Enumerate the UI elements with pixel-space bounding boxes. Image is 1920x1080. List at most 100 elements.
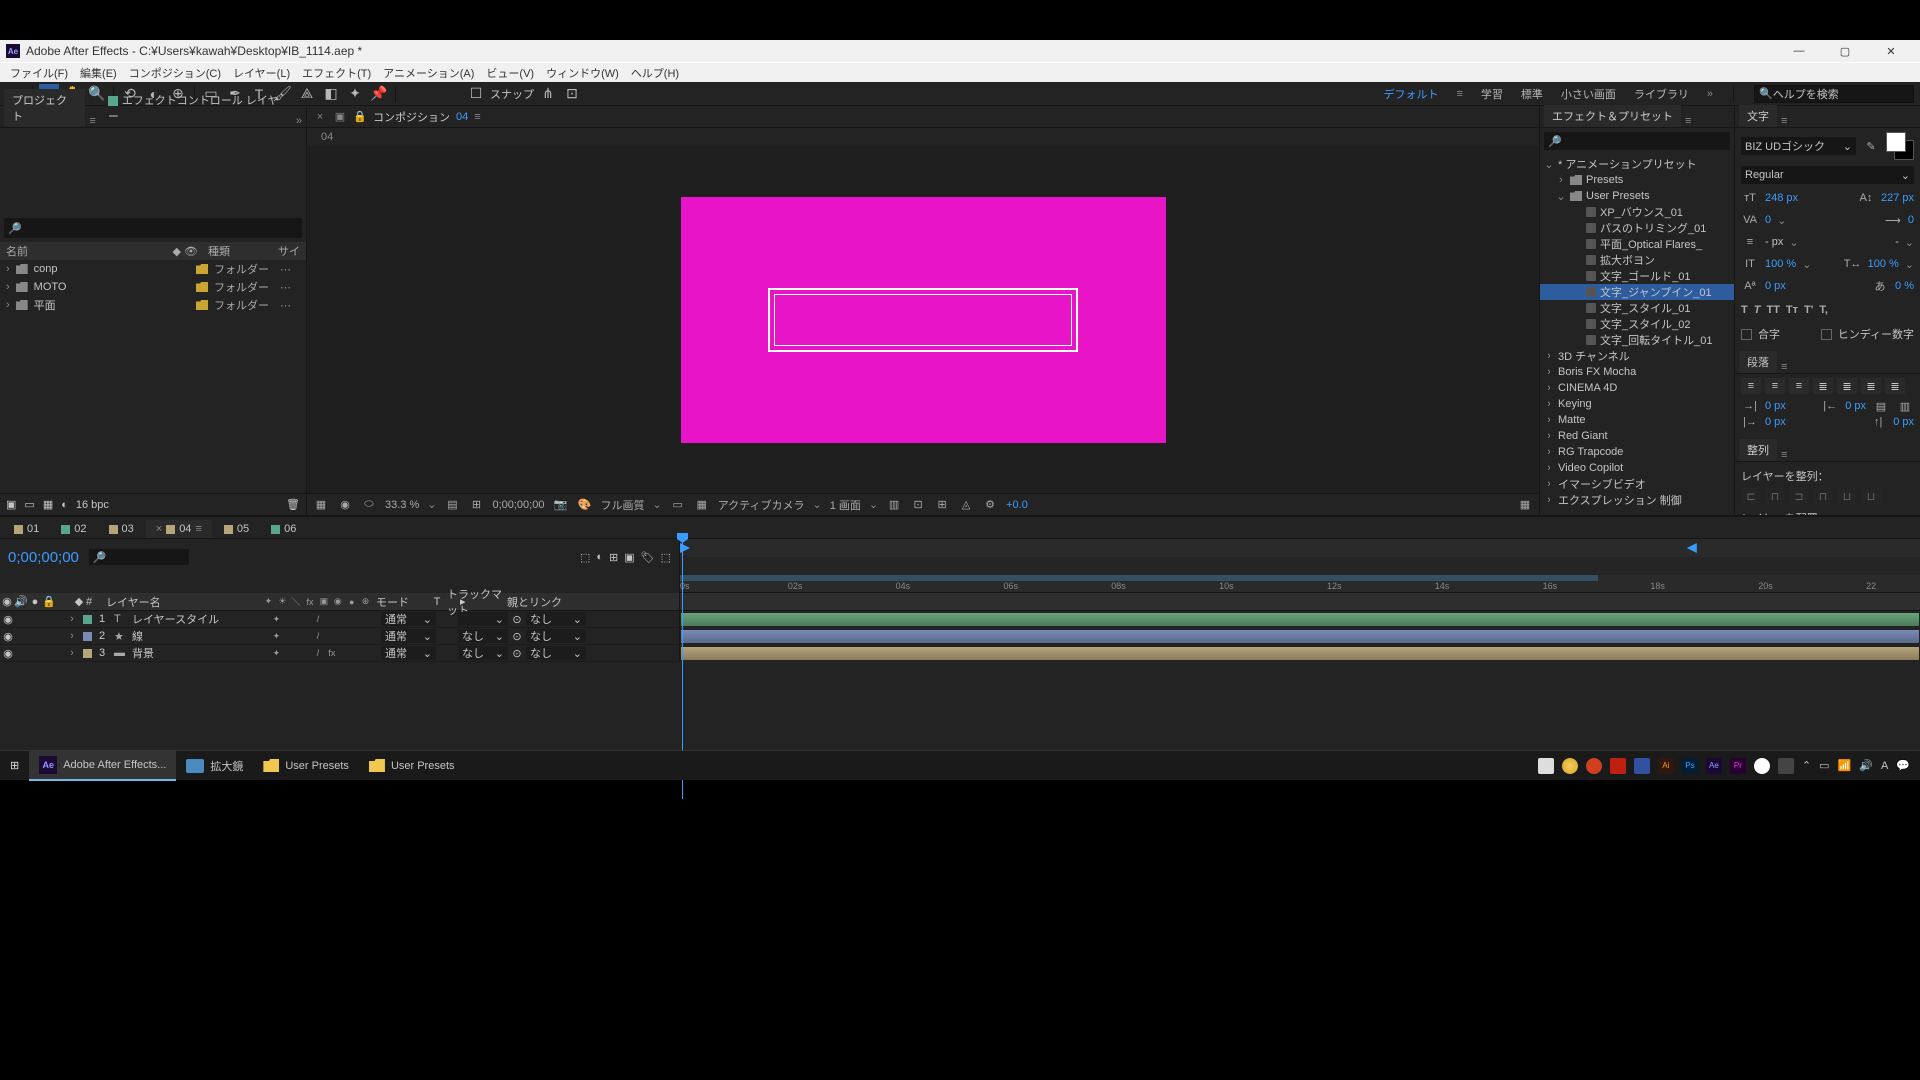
menu-view[interactable]: ビュー(V)	[480, 65, 540, 81]
help-search-input[interactable]: 🔍 ヘルプを検索	[1754, 85, 1914, 103]
fast-preview-icon[interactable]: ▦	[1517, 497, 1533, 513]
tray-volume-icon[interactable]: 🔊	[1859, 759, 1873, 772]
hindi-checkbox[interactable]	[1821, 329, 1832, 340]
snap-checkbox[interactable]: ☐	[466, 84, 486, 104]
solo-col-icon[interactable]: ●	[28, 596, 42, 608]
composition-viewport[interactable]	[307, 146, 1539, 493]
preset-item[interactable]: 文字_回転タイトル_01	[1540, 332, 1734, 348]
preset-item[interactable]: ⌄User Presets	[1540, 188, 1734, 204]
align-h-center[interactable]: ⊓	[1765, 488, 1785, 504]
region-icon[interactable]: ▭	[670, 497, 686, 513]
layer-row[interactable]: ◉›2★線✦/通常⌄なし⌄⊙なし⌄	[0, 628, 679, 645]
eye-col-icon[interactable]: ◉	[0, 595, 14, 608]
timeline-tab[interactable]: 01	[4, 520, 49, 538]
tray-icon-3[interactable]	[1610, 758, 1626, 774]
bpc-label[interactable]: 16 bpc	[76, 499, 109, 511]
view-opt3-icon[interactable]: ⊞	[934, 497, 950, 513]
tray-chevron-icon[interactable]: ⌃	[1802, 759, 1811, 772]
clone-tool-icon[interactable]: ⟁	[297, 84, 317, 104]
timeline-tab[interactable]: 05	[214, 520, 259, 538]
tray-icon-1[interactable]	[1538, 758, 1554, 774]
stroke-over-value[interactable]: -	[1895, 236, 1899, 248]
subscript-button[interactable]: T,	[1819, 304, 1828, 316]
menu-window[interactable]: ウィンドウ(W)	[540, 65, 625, 81]
eyedropper-icon[interactable]: ✎	[1862, 138, 1880, 154]
tray-battery-icon[interactable]: ▭	[1819, 759, 1829, 772]
taskbar-folder-1[interactable]: User Presets	[253, 751, 359, 781]
align-left-button[interactable]: ≡	[1741, 378, 1761, 394]
view-opt2-icon[interactable]: ⊡	[910, 497, 926, 513]
tab-paragraph[interactable]: 段落	[1739, 351, 1777, 373]
preset-item[interactable]: ›Matte	[1540, 412, 1734, 428]
layer-row[interactable]: ◉›3▬背景✦/fx通常⌄なし⌄⊙なし⌄	[0, 645, 679, 662]
layer-bar-3[interactable]	[680, 646, 1920, 661]
new-folder-icon[interactable]: ▭	[24, 498, 34, 511]
preset-item[interactable]: ›RG Trapcode	[1540, 444, 1734, 460]
ligature-checkbox[interactable]	[1741, 329, 1752, 340]
align-v-bottom[interactable]: ⊔	[1861, 488, 1881, 504]
tray-icon-ai[interactable]: Ai	[1658, 758, 1674, 774]
font-size-value[interactable]: 248 px	[1765, 192, 1798, 204]
tab-align[interactable]: 整列	[1739, 439, 1777, 461]
kerning-value[interactable]: 0	[1765, 214, 1771, 226]
trash-icon[interactable]: 🗑	[286, 498, 300, 511]
preset-item[interactable]: 文字_スタイル_01	[1540, 300, 1734, 316]
tray-icon-2[interactable]	[1586, 758, 1602, 774]
layer-bar-2[interactable]	[680, 629, 1920, 644]
alpha-icon[interactable]: ▦	[313, 497, 329, 513]
preset-item[interactable]: 文字_ゴールド_01	[1540, 268, 1734, 284]
justify-center-button[interactable]: ≣	[1837, 378, 1857, 394]
workspace-learn[interactable]: 学習	[1481, 86, 1503, 102]
tl-tool6-icon[interactable]: ⬚	[661, 551, 671, 564]
align-v-center[interactable]: ⊔	[1837, 488, 1857, 504]
close-button[interactable]: ✕	[1868, 40, 1914, 62]
tray-icon-4[interactable]	[1634, 758, 1650, 774]
align-h-left[interactable]: ⊏	[1741, 488, 1761, 504]
baseline-value[interactable]: 0 px	[1765, 280, 1786, 292]
preset-item[interactable]: XP_バウンス_01	[1540, 204, 1734, 220]
view-opt1-icon[interactable]: ▥	[886, 497, 902, 513]
tracking-value[interactable]: 0	[1908, 214, 1914, 226]
menu-edit[interactable]: 編集(E)	[74, 65, 123, 81]
menu-file[interactable]: ファイル(F)	[4, 65, 74, 81]
tl-tool2-icon[interactable]: ◐	[596, 551, 603, 564]
res-icon[interactable]: ▤	[444, 497, 460, 513]
tsume-value[interactable]: 0 %	[1895, 280, 1914, 292]
taskbar-folder-2[interactable]: User Presets	[359, 751, 465, 781]
bold-button[interactable]: T	[1741, 304, 1748, 316]
align-h-right[interactable]: ⊐	[1789, 488, 1809, 504]
tray-notifications-icon[interactable]: 💬	[1896, 759, 1910, 772]
preset-item[interactable]: ›CINEMA 4D	[1540, 380, 1734, 396]
project-item[interactable]: ›MOTOフォルダー⋯	[0, 278, 306, 296]
menu-layer[interactable]: レイヤー(L)	[227, 65, 296, 81]
justify-all-button[interactable]: ≣	[1885, 378, 1905, 394]
tray-icon-ae[interactable]: Ae	[1706, 758, 1722, 774]
eraser-tool-icon[interactable]: ◧	[321, 84, 341, 104]
workspace-default[interactable]: デフォルト	[1383, 86, 1438, 102]
preset-item[interactable]: 文字_スタイル_02	[1540, 316, 1734, 332]
exposure-value[interactable]: +0.0	[1006, 499, 1028, 511]
effects-search-input[interactable]: 🔎	[1544, 132, 1730, 150]
mask-icon[interactable]: ⬭	[361, 497, 377, 513]
workspace-small[interactable]: 小さい画面	[1561, 86, 1616, 102]
roto-tool-icon[interactable]: ✦	[345, 84, 365, 104]
preset-item[interactable]: 文字_ジャンプイン_01	[1540, 284, 1734, 300]
close-tab-icon[interactable]: ×	[313, 110, 327, 124]
tab-effects-presets[interactable]: エフェクト＆プリセット	[1544, 105, 1681, 127]
align-right-button[interactable]: ≡	[1789, 378, 1809, 394]
menu-help[interactable]: ヘルプ(H)	[625, 65, 685, 81]
menu-animation[interactable]: アニメーション(A)	[377, 65, 480, 81]
project-item[interactable]: ›平面フォルダー⋯	[0, 296, 306, 314]
tl-tool1-icon[interactable]: ⬚	[580, 551, 590, 564]
italic-button[interactable]: T	[1754, 304, 1761, 316]
maximize-button[interactable]: ▢	[1822, 40, 1868, 62]
preset-item[interactable]: ⌄* アニメーションプリセット	[1540, 156, 1734, 172]
ltr-toggle-icon[interactable]: ▥	[1896, 398, 1914, 414]
channel-icon[interactable]: ◉	[337, 497, 353, 513]
timeline-tab[interactable]: 03	[99, 520, 144, 538]
preset-item[interactable]: ›Video Copilot	[1540, 460, 1734, 476]
taskbar-after-effects[interactable]: Ae Adobe After Effects...	[29, 751, 176, 781]
view-opt5-icon[interactable]: ⚙	[982, 497, 998, 513]
transparency-icon[interactable]: ▦	[694, 497, 710, 513]
layer-row[interactable]: ◉›1Tレイヤースタイル✦/通常⌄⌄⊙なし⌄	[0, 611, 679, 628]
